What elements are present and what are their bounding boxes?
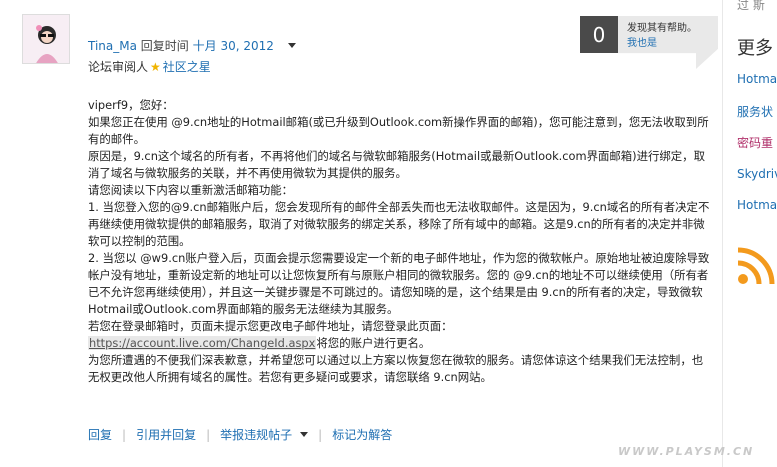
sidebar: 过 斯 更多 Hotmai 服务状 密码重 Skydriv Hotmai — [737, 0, 777, 467]
sidebar-item-hotmail[interactable]: Hotmai — [737, 72, 777, 86]
sidebar-item-skydrive[interactable]: Skydriv — [737, 167, 777, 181]
greeting: viperf9，您好： — [88, 98, 174, 112]
column-divider — [722, 0, 723, 467]
reply-time-label: 回复时间 — [140, 39, 189, 53]
helpful-widget: 0 发现其有帮助。 我也是 — [580, 16, 718, 69]
sidebar-item-service-status[interactable]: 服务状 — [737, 103, 773, 120]
sidebar-item-hotmail-2[interactable]: Hotmai — [737, 198, 777, 212]
separator: | — [206, 428, 211, 442]
chevron-down-icon[interactable] — [300, 432, 309, 437]
body-paragraph: 原因是，9.cn这个域名的所有者，不再将他们的域名与微软邮箱服务(Hotmail… — [88, 149, 705, 180]
body-paragraph: 1. 当您登入您的@9.cn邮箱账户后，您会发现所有的邮件全部丢失而也无法收取邮… — [88, 200, 710, 248]
url-line: https://account.live.com/ChangeId.aspx将您… — [88, 335, 713, 352]
change-id-link[interactable]: https://account.live.com/ChangeId.aspx — [88, 336, 317, 350]
separator: | — [122, 428, 127, 442]
sidebar-top-fragment[interactable]: 过 斯 — [737, 0, 765, 13]
body-paragraph: 请您阅读以下内容以重新激活邮箱功能： — [88, 183, 294, 197]
body-paragraph: 如果您正在使用 @9.cn地址的Hotmail邮箱(或已升级到Outlook.c… — [88, 115, 709, 146]
post-actions: 回复 | 引用并回复 | 举报违规帖子 | 标记为解答 — [88, 426, 392, 443]
chevron-down-icon[interactable] — [287, 43, 296, 48]
role-label: 论坛审阅人 — [88, 60, 149, 74]
me-too-link[interactable]: 我也是 — [627, 34, 657, 49]
avatar-image — [23, 15, 69, 63]
helpful-question: 发现其有帮助。 — [627, 23, 697, 34]
mark-answer-button[interactable]: 标记为解答 — [332, 428, 392, 442]
rss-icon[interactable] — [737, 245, 777, 285]
closing-paragraph: 为您所遭遇的不便我们深表歉意，并希望您可以通过以上方案以恢复您在微软的服务。请您… — [88, 353, 704, 384]
helpful-count: 0 — [580, 16, 618, 53]
author-link[interactable]: Tina_Ma — [88, 39, 137, 53]
star-icon: ★ — [150, 60, 161, 74]
reply-date-link[interactable]: 十月 30, 2012 — [193, 39, 274, 53]
report-button[interactable]: 举报违规帖子 — [220, 428, 292, 442]
post-meta: Tina_Ma 回复时间 十月 30, 2012 — [88, 37, 296, 54]
quote-reply-button[interactable]: 引用并回复 — [136, 428, 196, 442]
url-suffix: 将您的账户进行更名。 — [316, 336, 431, 350]
reply-button[interactable]: 回复 — [88, 428, 112, 442]
avatar[interactable] — [22, 14, 70, 64]
body-paragraph: 2. 当您以 @w9.cn账户登入后，页面会提示您需要设定一个新的电子邮件地址，… — [88, 251, 710, 316]
sidebar-item-password-reset[interactable]: 密码重 — [737, 134, 773, 151]
sidebar-heading: 更多 — [737, 38, 773, 59]
separator: | — [318, 428, 323, 442]
post-body: viperf9，您好： 如果您正在使用 @9.cn地址的Hotmail邮箱(或已… — [88, 97, 713, 386]
body-paragraph: 若您在登录邮箱时，页面未提示您更改电子邮件地址，请您登录此页面： — [88, 319, 453, 333]
watermark: WWW.PLAYSM.CN — [618, 445, 755, 458]
author-role: 论坛审阅人 ★ 社区之星 — [88, 58, 211, 75]
community-star-link[interactable]: 社区之星 — [163, 60, 211, 74]
